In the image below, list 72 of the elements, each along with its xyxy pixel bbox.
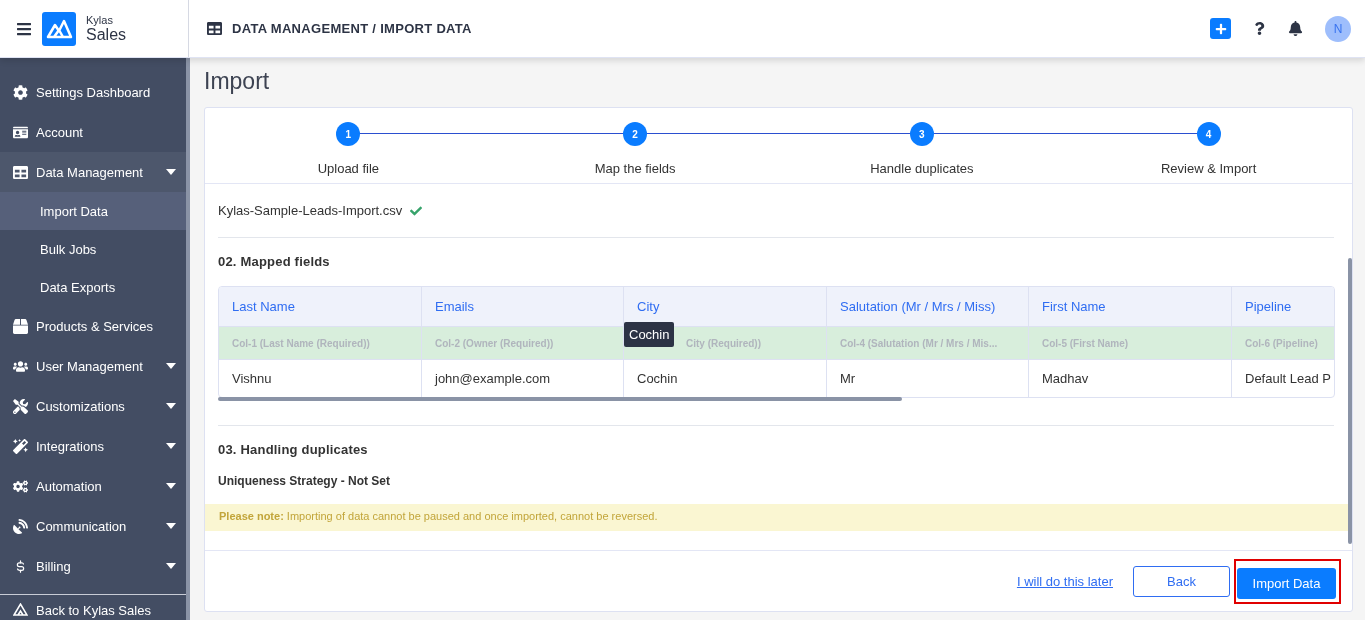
sidebar-item[interactable]: Billing xyxy=(0,546,186,586)
tooltip: Cochin xyxy=(624,322,675,347)
import-button[interactable]: Import Data xyxy=(1237,567,1336,599)
step-label: Map the fields xyxy=(594,161,676,176)
column-header: Pipeline xyxy=(1232,287,1334,326)
table-cell: Col-2 (Owner (Required)) xyxy=(422,326,624,359)
table-cell: Col-5 (First Name) xyxy=(1029,326,1232,359)
notifications-icon[interactable] xyxy=(1288,21,1303,36)
caret-icon xyxy=(166,563,176,569)
table-icon xyxy=(13,164,28,180)
caret-icon xyxy=(166,443,176,449)
column-header: First Name xyxy=(1029,287,1232,326)
column-header: Salutation (Mr / Mrs / Miss) xyxy=(827,287,1029,326)
later-link[interactable]: I will do this later xyxy=(1016,573,1113,589)
step-number: 1 xyxy=(336,122,361,146)
strategy-text: Uniqueness Strategy - Not Set xyxy=(218,474,392,488)
sidebar-item[interactable]: Customizations xyxy=(0,386,186,426)
sidebar-item[interactable]: User Management xyxy=(0,346,186,386)
brand-name: Kylas xyxy=(86,13,114,26)
logo-icon xyxy=(13,603,28,616)
check-icon xyxy=(410,204,423,217)
file-name: Kylas-Sample-Leads-Import.csv xyxy=(218,203,403,218)
page-title: Import xyxy=(204,68,271,95)
section-title: 02. Mapped fields xyxy=(218,253,331,271)
users-icon xyxy=(13,358,28,374)
caret-icon xyxy=(166,483,176,489)
step-number: 2 xyxy=(623,122,648,146)
section-title: 03. Handling duplicates xyxy=(218,441,369,459)
caret-icon xyxy=(166,169,176,175)
breadcrumb: DATA MANAGEMENT / IMPORT DATA xyxy=(232,21,472,36)
sidebar-item[interactable]: Account xyxy=(0,112,186,152)
sidebar-item[interactable]: Settings Dashboard xyxy=(0,72,186,112)
step-label: Upload file xyxy=(317,161,380,176)
caret-icon xyxy=(166,403,176,409)
id-card-icon xyxy=(13,124,28,140)
back-link[interactable]: Back to Kylas Sales xyxy=(0,594,186,620)
gear-icon xyxy=(13,84,28,100)
plus-icon xyxy=(1214,22,1227,35)
tools-icon xyxy=(13,398,28,414)
sidebar-subitem[interactable]: Import Data xyxy=(0,192,186,230)
table-cell: Col-1 (Last Name (Required)) xyxy=(219,326,422,359)
step-label: Handle duplicates xyxy=(870,161,974,176)
sidebar-item[interactable]: Data Management xyxy=(0,152,186,192)
help-icon[interactable] xyxy=(1253,22,1266,35)
menu-icon[interactable] xyxy=(16,20,32,37)
logo-icon xyxy=(42,11,76,46)
box-icon xyxy=(13,318,28,334)
caret-icon xyxy=(166,363,176,369)
sidebar-item[interactable]: Products & Services xyxy=(0,306,186,346)
column-header: Emails xyxy=(422,287,624,326)
sidebar-item[interactable]: Integrations xyxy=(0,426,186,466)
add-button[interactable] xyxy=(1210,18,1231,39)
sidebar-subitem[interactable]: Data Exports xyxy=(0,268,186,306)
table-cell: Madhav xyxy=(1029,359,1232,397)
table-cell: Col-6 (Pipeline) xyxy=(1232,326,1334,359)
table-icon xyxy=(207,21,222,36)
table-cell: Default Lead P xyxy=(1232,359,1334,397)
step-label: Review & Import xyxy=(1160,161,1257,176)
sidebar-item[interactable]: Communication xyxy=(0,506,186,546)
back-button[interactable]: Back xyxy=(1133,565,1230,597)
step-number: 4 xyxy=(1196,122,1221,146)
column-header: Last Name xyxy=(219,287,422,326)
column-header: City xyxy=(624,287,827,326)
brand-product: Sales xyxy=(86,25,127,44)
gears-icon xyxy=(13,478,28,494)
satellite-dish-icon xyxy=(13,518,28,534)
sidebar-item[interactable]: Automation xyxy=(0,466,186,506)
magic-wand-icon xyxy=(13,438,28,454)
step-number: 3 xyxy=(909,122,934,146)
table-cell: Col-4 (Salutation (Mr / Mrs / Mis... xyxy=(827,326,1029,359)
sidebar-subitem[interactable]: Bulk Jobs xyxy=(0,230,186,268)
caret-icon xyxy=(166,523,176,529)
